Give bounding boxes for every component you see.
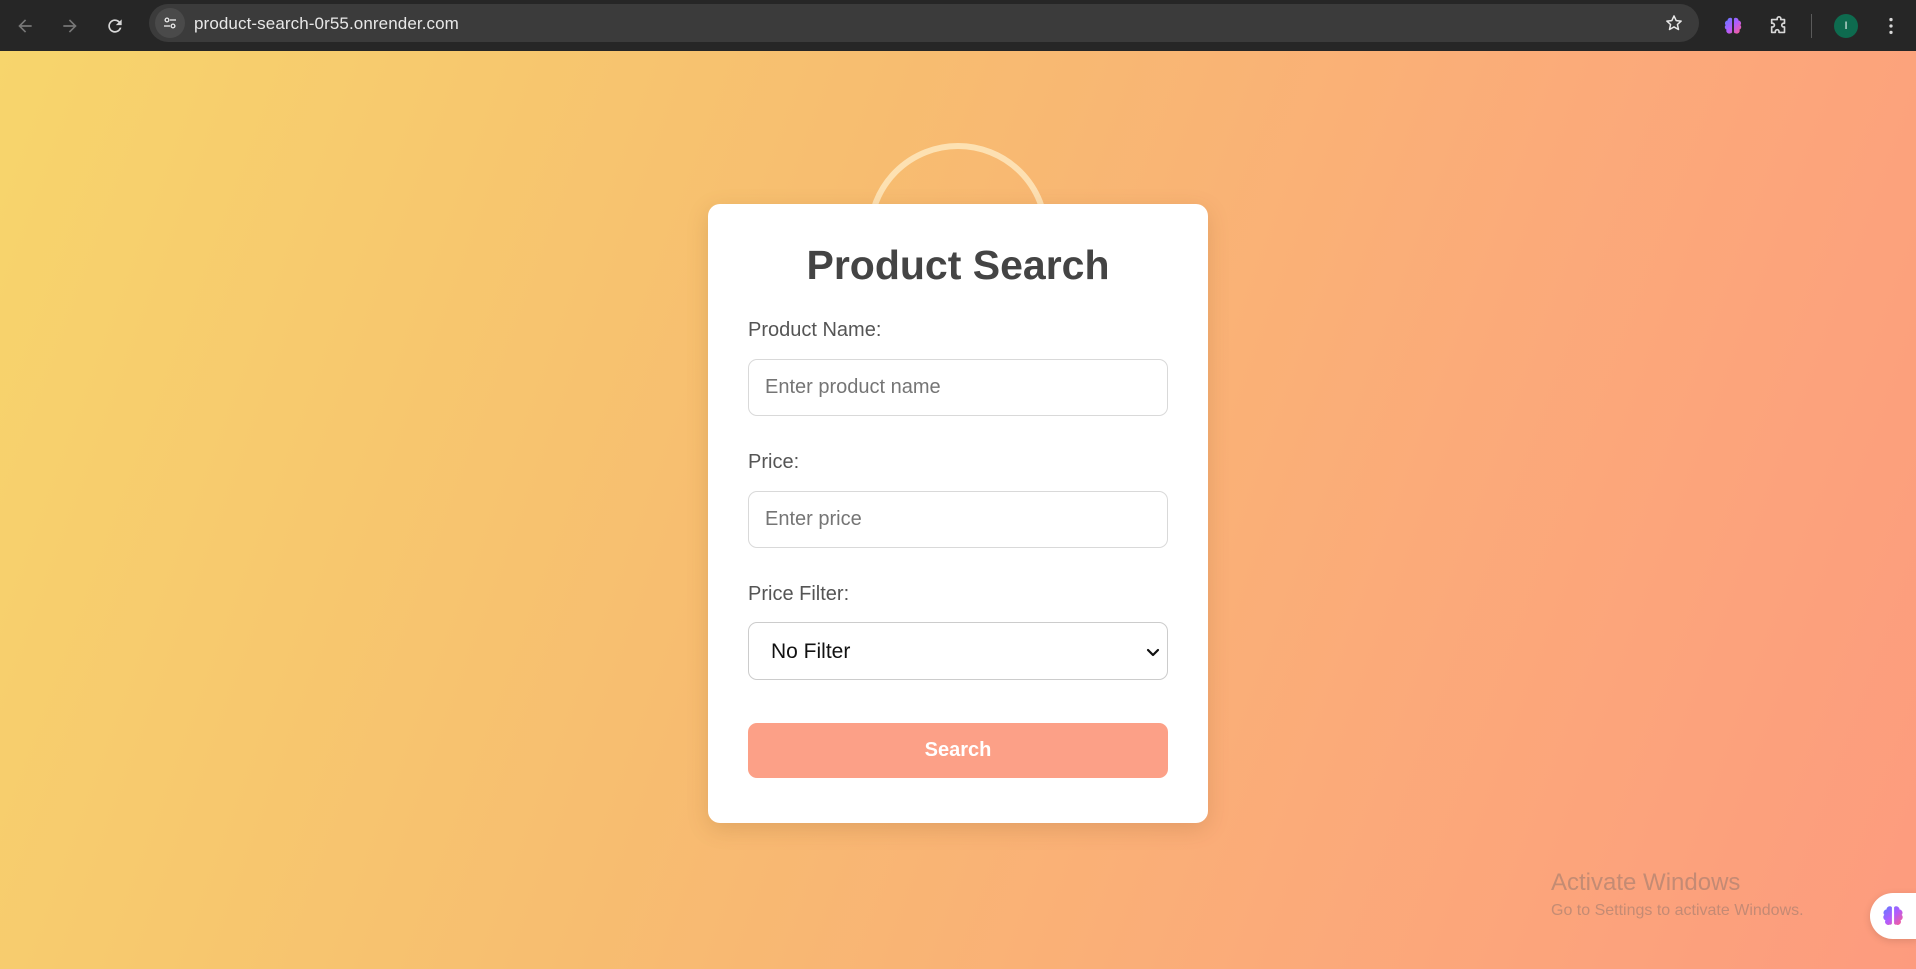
- brain-extension-button[interactable]: [1716, 9, 1750, 43]
- extensions-button[interactable]: [1762, 9, 1796, 43]
- toolbar-divider: [1811, 14, 1812, 38]
- reload-icon: [108, 19, 122, 33]
- browser-toolbar: product-search-0r55.onrender.com I: [0, 0, 1916, 51]
- watermark-subtitle: Go to Settings to activate Windows.: [1551, 902, 1804, 919]
- search-card: Product Search Product Name: Price: Pric…: [708, 204, 1208, 823]
- price-filter-label: Price Filter:: [748, 583, 850, 605]
- arrow-left-icon: [18, 19, 32, 33]
- address-bar[interactable]: product-search-0r55.onrender.com: [149, 4, 1699, 42]
- price-filter-value: No Filter: [771, 640, 851, 663]
- chevron-down-icon: [1146, 648, 1160, 657]
- tune-icon: [164, 17, 176, 29]
- bookmark-button[interactable]: [1661, 10, 1687, 36]
- back-button[interactable]: [8, 9, 42, 43]
- price-input[interactable]: [748, 491, 1168, 548]
- forward-button[interactable]: [53, 9, 87, 43]
- price-label: Price:: [748, 451, 800, 473]
- profile-button[interactable]: I: [1829, 9, 1863, 43]
- puzzle-icon: [1770, 16, 1786, 34]
- price-filter-select[interactable]: No Filter: [748, 622, 1168, 680]
- browser-menu-button[interactable]: [1874, 9, 1908, 43]
- reload-button[interactable]: [98, 9, 132, 43]
- page-title: Product Search: [806, 242, 1110, 288]
- product-name-label: Product Name:: [748, 319, 882, 341]
- page-viewport: Product Search Product Name: Price: Pric…: [0, 51, 1916, 969]
- site-info-button[interactable]: [155, 8, 185, 38]
- search-button[interactable]: Search: [748, 723, 1168, 778]
- avatar: I: [1834, 14, 1858, 38]
- arrow-right-icon: [63, 19, 77, 33]
- brain-icon: [1883, 906, 1903, 925]
- kebab-icon: [1889, 17, 1893, 35]
- url-text[interactable]: product-search-0r55.onrender.com: [194, 14, 459, 34]
- watermark-title: Activate Windows: [1551, 869, 1741, 896]
- brain-icon: [1724, 17, 1742, 34]
- product-name-input[interactable]: [748, 359, 1168, 416]
- side-extension-button[interactable]: [1870, 893, 1916, 939]
- star-icon: [1666, 15, 1682, 31]
